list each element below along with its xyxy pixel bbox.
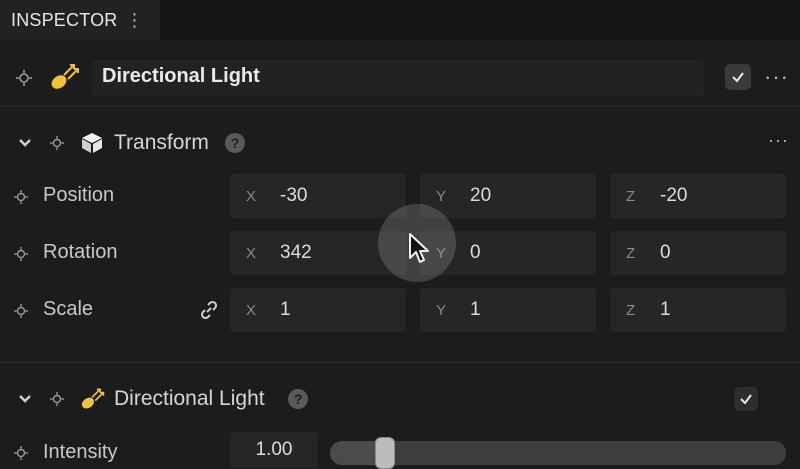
position-x-field[interactable]: X -30 [230, 174, 406, 218]
target-icon[interactable] [12, 188, 30, 206]
scale-x-field[interactable]: X 1 [230, 288, 406, 332]
object-more-icon[interactable]: ··· [764, 64, 789, 90]
scale-y-value: 1 [470, 299, 481, 320]
intensity-label: Intensity [43, 441, 118, 463]
intensity-slider-thumb[interactable] [374, 437, 395, 469]
object-enabled-checkbox[interactable] [725, 64, 751, 90]
tab-inspector[interactable]: INSPECTOR ⋮ [0, 0, 160, 40]
intensity-value: 1.00 [255, 439, 293, 460]
cube-icon [79, 130, 105, 156]
position-z-field[interactable]: Z -20 [610, 174, 786, 218]
position-y-value: 20 [470, 185, 492, 206]
section-divider [0, 362, 800, 363]
axis-y-label: Y [436, 187, 447, 205]
target-icon[interactable] [48, 390, 66, 408]
transform-title: Transform [114, 131, 209, 154]
target-icon[interactable] [12, 444, 30, 462]
axis-z-label: Z [626, 301, 636, 319]
target-icon[interactable] [12, 302, 30, 320]
intensity-slider[interactable] [330, 441, 786, 465]
position-y-field[interactable]: Y 20 [420, 174, 596, 218]
cursor-icon [408, 232, 432, 271]
target-icon[interactable] [14, 68, 34, 88]
chevron-down-icon[interactable] [16, 390, 34, 408]
help-icon[interactable]: ? [225, 133, 245, 153]
axis-y-label: Y [436, 301, 447, 319]
scale-z-value: 1 [660, 299, 671, 320]
scale-label: Scale [43, 298, 94, 320]
rotation-label: Rotation [43, 241, 118, 263]
kebab-menu-icon[interactable]: ⋮ [126, 10, 144, 31]
rotation-z-field[interactable]: Z 0 [610, 231, 786, 275]
chevron-down-icon[interactable] [16, 134, 34, 152]
position-z-value: -20 [660, 185, 688, 206]
help-icon[interactable]: ? [288, 389, 308, 409]
position-x-value: -30 [280, 185, 308, 206]
axis-z-label: Z [626, 244, 636, 262]
check-icon [740, 394, 752, 405]
rotation-y-value: 0 [470, 242, 481, 263]
scale-x-value: 1 [280, 299, 291, 320]
check-icon [732, 72, 744, 83]
target-icon[interactable] [12, 245, 30, 263]
scale-z-field[interactable]: Z 1 [610, 288, 786, 332]
axis-x-label: X [246, 301, 257, 319]
scale-y-field[interactable]: Y 1 [420, 288, 596, 332]
light-icon [78, 385, 106, 413]
rotation-z-value: 0 [660, 242, 671, 263]
intensity-field[interactable]: 1.00 [230, 432, 318, 468]
light-enabled-checkbox[interactable] [734, 387, 758, 411]
link-icon[interactable] [198, 299, 220, 321]
light-icon [47, 60, 81, 94]
tab-inspector-label: INSPECTOR [11, 9, 118, 30]
axis-x-label: X [246, 244, 257, 262]
object-name-text: Directional Light [102, 65, 260, 87]
position-label: Position [43, 184, 115, 206]
light-section-title: Directional Light [114, 387, 265, 410]
transform-more-icon[interactable]: ··· [768, 130, 789, 151]
target-icon[interactable] [48, 134, 66, 152]
axis-z-label: Z [626, 187, 636, 205]
axis-x-label: X [246, 187, 257, 205]
rotation-x-value: 342 [280, 242, 312, 263]
